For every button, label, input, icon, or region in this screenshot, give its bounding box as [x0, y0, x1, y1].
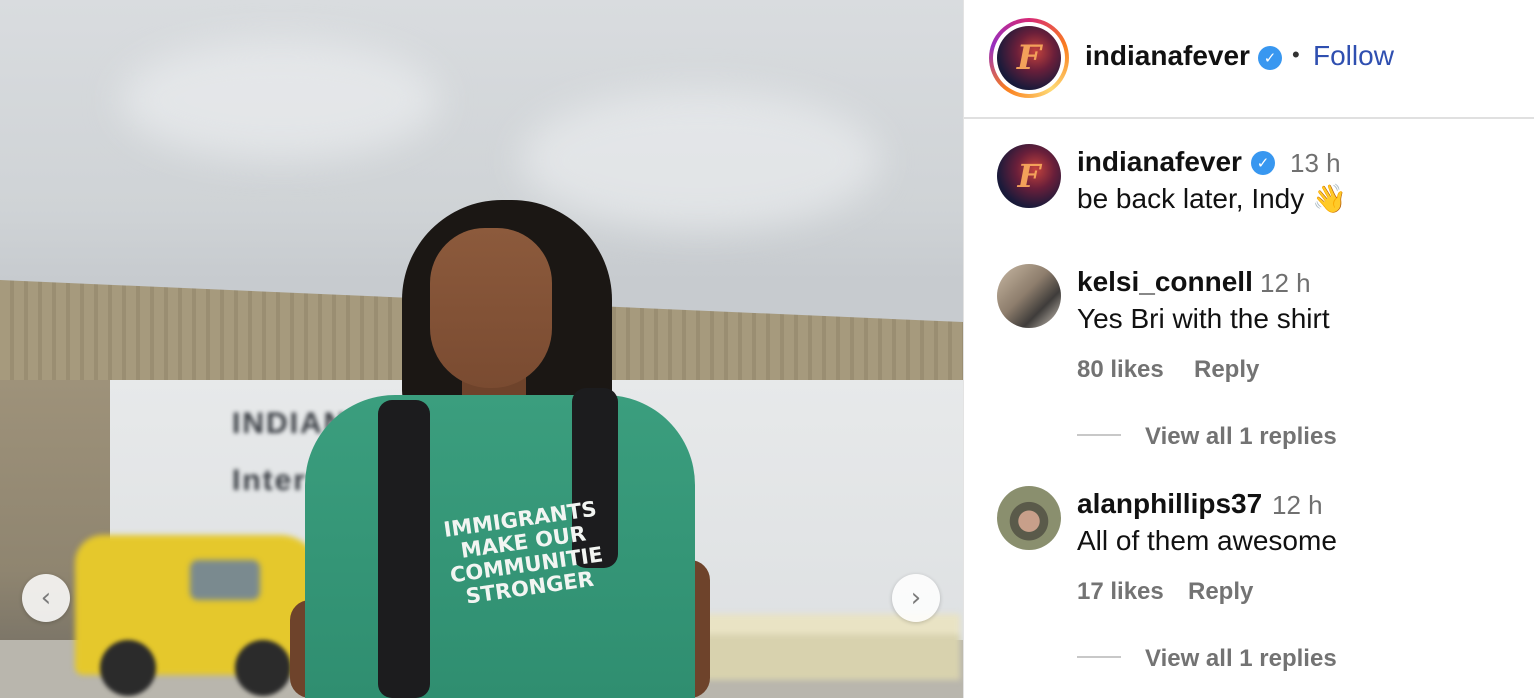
view-replies-button[interactable]: View all 1 replies [1145, 645, 1337, 673]
indiana-fever-logo-icon[interactable]: F [997, 144, 1061, 208]
comment-text: be back later, Indy 👋 [1077, 183, 1347, 214]
follow-button[interactable]: Follow [1313, 40, 1394, 72]
verified-badge-icon: ✓ [1251, 151, 1275, 175]
sky-cloud [120, 40, 440, 160]
indiana-fever-logo-icon: F [997, 26, 1061, 90]
comment-text: All of them awesome [1077, 525, 1337, 556]
truck-wheel [100, 640, 156, 696]
truck-wheel [235, 640, 291, 696]
comment-timestamp[interactable]: 13 h [1290, 148, 1341, 179]
comment-username[interactable]: indianafever [1077, 146, 1242, 178]
comment-username[interactable]: alanphillips37 [1077, 488, 1262, 520]
post-photo: INDIANA Intern IMMIGRANTS MAKE OUR COMMU… [0, 0, 963, 698]
previous-photo-button[interactable]: ‹ [22, 574, 70, 622]
chevron-right-icon: › [910, 583, 922, 613]
avatar[interactable] [997, 486, 1061, 550]
backpack-strap [378, 400, 430, 698]
replies-divider [1077, 434, 1121, 436]
header-username[interactable]: indianafever [1085, 40, 1250, 72]
chevron-left-icon: ‹ [40, 583, 52, 613]
post-header: F indianafever ✓ • Follow [964, 0, 1534, 119]
verified-badge-icon: ✓ [1258, 46, 1282, 70]
avatar[interactable] [997, 264, 1061, 328]
comment-likes[interactable]: 17 likes [1077, 578, 1164, 606]
replies-divider [1077, 656, 1121, 658]
truck-window [190, 560, 260, 600]
view-replies-button[interactable]: View all 1 replies [1145, 423, 1337, 451]
separator-dot: • [1292, 42, 1300, 67]
post-side-panel: F indianafever ✓ • Follow F indianafever… [963, 0, 1534, 698]
reply-button[interactable]: Reply [1188, 578, 1253, 606]
comment-username[interactable]: kelsi_connell [1077, 266, 1253, 298]
sky-cloud [520, 90, 880, 230]
comment-likes[interactable]: 80 likes [1077, 356, 1164, 384]
next-photo-button[interactable]: › [892, 574, 940, 622]
reply-button[interactable]: Reply [1194, 356, 1259, 384]
comment-timestamp[interactable]: 12 h [1272, 490, 1323, 521]
comment-timestamp[interactable]: 12 h [1260, 268, 1311, 299]
comment-text: Yes Bri with the shirt [1077, 303, 1330, 334]
person-face [430, 228, 552, 388]
story-avatar[interactable]: F [989, 18, 1069, 98]
